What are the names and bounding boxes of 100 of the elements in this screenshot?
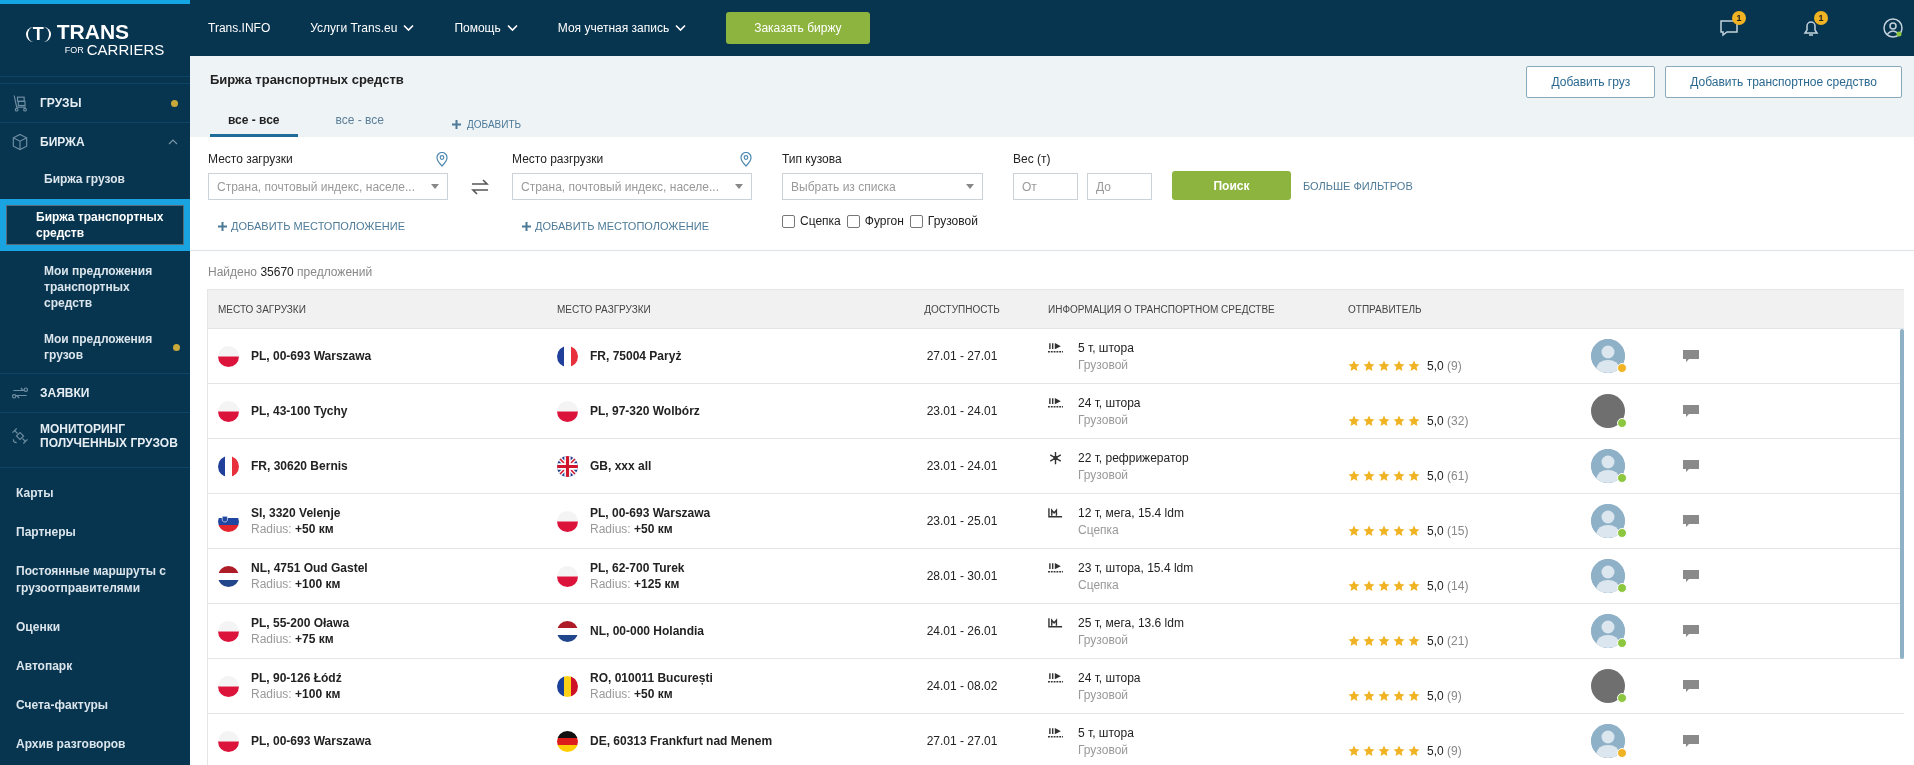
avatar-icon — [1591, 339, 1625, 373]
flag-icon — [218, 400, 239, 422]
flag-icon — [218, 565, 239, 587]
filter-tab[interactable]: все - все — [210, 106, 298, 137]
nav-menu[interactable]: Моя учетная запись — [557, 21, 687, 35]
curtain-trailer-icon — [1048, 561, 1063, 575]
add-button[interactable]: Добавить транспортное средство — [1665, 66, 1902, 98]
field-label: Место загрузки — [208, 152, 293, 166]
rating-score: 5,0 (9) — [1427, 744, 1462, 758]
field-label: Место разгрузки — [512, 152, 604, 166]
more-filters-link[interactable]: БОЛЬШЕ ФИЛЬТРОВ — [1303, 179, 1413, 192]
chevron-down-icon — [403, 24, 415, 32]
chat-icon[interactable] — [1683, 624, 1699, 638]
notification-count-badge: 1 — [1814, 11, 1828, 25]
notification-dot — [173, 343, 180, 351]
mega-trailer-icon — [1048, 506, 1063, 520]
checkbox[interactable] — [782, 214, 795, 228]
flag-icon — [557, 675, 578, 697]
rating-score: 5,0 (32) — [1427, 414, 1469, 428]
sidebar-link[interactable]: Счета-фактуры — [0, 686, 190, 725]
location-pin-icon[interactable] — [740, 151, 752, 167]
location-text: FR, 75004 Paryż — [590, 349, 682, 363]
sidebar-link[interactable]: Автопарк — [0, 647, 190, 686]
availability-dates: 27.01 - 27.01 — [926, 734, 998, 748]
chat-icon[interactable] — [1683, 514, 1699, 528]
user-account-icon[interactable] — [1883, 18, 1903, 38]
scrollbar[interactable] — [1900, 329, 1904, 659]
chat-icon[interactable] — [1683, 734, 1699, 748]
sidebar-section[interactable]: МОНИТОРИНГ ПОЛУЧЕННЫХ ГРУЗОВ — [0, 412, 190, 459]
location-text: PL, 00-693 Warszawa — [251, 349, 372, 363]
sidebar-link[interactable]: Архив разговоров — [0, 725, 190, 764]
chat-icon[interactable] — [1683, 404, 1699, 418]
sidebar-item[interactable]: Биржа транспортных средств — [0, 199, 190, 251]
availability-dates: 24.01 - 08.02 — [926, 679, 998, 693]
avatar-icon — [1591, 504, 1625, 538]
avatar-icon — [1591, 724, 1625, 758]
plus-icon — [218, 221, 227, 231]
curtain-trailer-icon — [1048, 671, 1063, 685]
filter-tab[interactable]: все - все — [317, 106, 402, 137]
nav-menu[interactable]: Услуги Trans.eu — [310, 21, 415, 35]
weight-to-field[interactable]: До — [1087, 173, 1152, 200]
location-text: NL, 00-000 Holandia — [590, 624, 705, 638]
checkbox[interactable] — [846, 214, 860, 228]
chat-icon[interactable] — [1683, 679, 1699, 693]
flag-icon — [218, 675, 239, 697]
add-location-link[interactable]: ДОБАВИТЬ МЕСТОПОЛОЖЕНИЕ — [512, 220, 752, 232]
swap-icon[interactable] — [470, 179, 490, 195]
flag-icon — [557, 620, 578, 642]
flag-icon — [218, 730, 239, 752]
page-title: Биржа транспортных средств — [210, 71, 405, 87]
chat-icon[interactable] — [1719, 18, 1739, 38]
sidebar-link[interactable]: Партнеры — [0, 513, 190, 552]
notification-dot — [171, 99, 178, 107]
mega-trailer-icon — [1048, 616, 1063, 630]
sidebar-link[interactable]: Карты — [0, 474, 190, 513]
nav-menu[interactable]: Помощь — [454, 21, 518, 35]
message-count-badge: 1 — [1732, 11, 1746, 25]
column-header: МЕСТО РАЗГРУЗКИ — [547, 289, 886, 329]
nav-menu[interactable]: Trans.INFO — [208, 21, 271, 35]
rating-score: 5,0 (9) — [1427, 689, 1462, 703]
field-label: Вес (т) — [1013, 152, 1051, 166]
chevron-down-icon — [506, 24, 518, 32]
satellite-icon — [10, 426, 30, 446]
vehicle-info: 24 т, штора Грузовой — [1078, 395, 1141, 427]
add-button[interactable]: Добавить груз — [1526, 66, 1656, 98]
checkbox-label: Грузовой — [927, 214, 978, 228]
chat-icon[interactable] — [1683, 349, 1699, 363]
sidebar-item[interactable]: Мои предложения транспортных средств — [0, 253, 190, 321]
curtain-trailer-icon — [1048, 726, 1063, 740]
avatar-icon — [1591, 449, 1625, 483]
location-pin-icon[interactable] — [436, 151, 448, 167]
vehicle-info: 24 т, штора Грузовой — [1078, 670, 1141, 702]
availability-dates: 23.01 - 24.01 — [926, 459, 998, 473]
sidebar-item[interactable]: Мои предложения грузов — [0, 321, 190, 373]
location-text: FR, 30620 Bernis — [251, 459, 348, 473]
sidebar-link[interactable]: Постоянные маршруты с грузоотправителями — [0, 552, 190, 608]
availability-dates: 24.01 - 26.01 — [926, 624, 998, 638]
location-text: GB, xxx all — [590, 459, 652, 473]
plus-icon — [522, 221, 531, 231]
checkbox[interactable] — [909, 214, 923, 228]
sidebar-item[interactable]: Биржа грузов — [0, 161, 190, 197]
flag-icon — [557, 510, 578, 532]
vehicle-info: 5 т, штора Грузовой — [1078, 725, 1134, 757]
flag-icon — [557, 455, 578, 477]
chat-icon[interactable] — [1683, 459, 1699, 473]
rating-score: 5,0 (15) — [1427, 524, 1469, 538]
vehicle-info: 5 т, штора Грузовой — [1078, 340, 1134, 372]
sidebar-section[interactable]: ЗАЯВКИ — [0, 373, 190, 412]
checkbox-label: Сцепка — [800, 214, 841, 228]
sidebar-link[interactable]: Оценки — [0, 608, 190, 647]
box-icon — [10, 132, 30, 152]
chat-icon[interactable] — [1683, 569, 1699, 583]
curtain-trailer-icon — [1048, 341, 1063, 355]
weight-from-field[interactable]: От — [1013, 173, 1078, 200]
add-tab-link[interactable]: ДОБАВИТЬ — [452, 112, 522, 137]
rating-score: 5,0 (61) — [1427, 469, 1469, 483]
bell-icon[interactable] — [1801, 18, 1821, 38]
location-text: PL, 00-693 Warszawa Radius: +50 км — [590, 506, 711, 536]
add-location-link[interactable]: ДОБАВИТЬ МЕСТОПОЛОЖЕНИЕ — [208, 220, 448, 232]
sidebar-section[interactable]: БИРЖА — [0, 122, 190, 161]
